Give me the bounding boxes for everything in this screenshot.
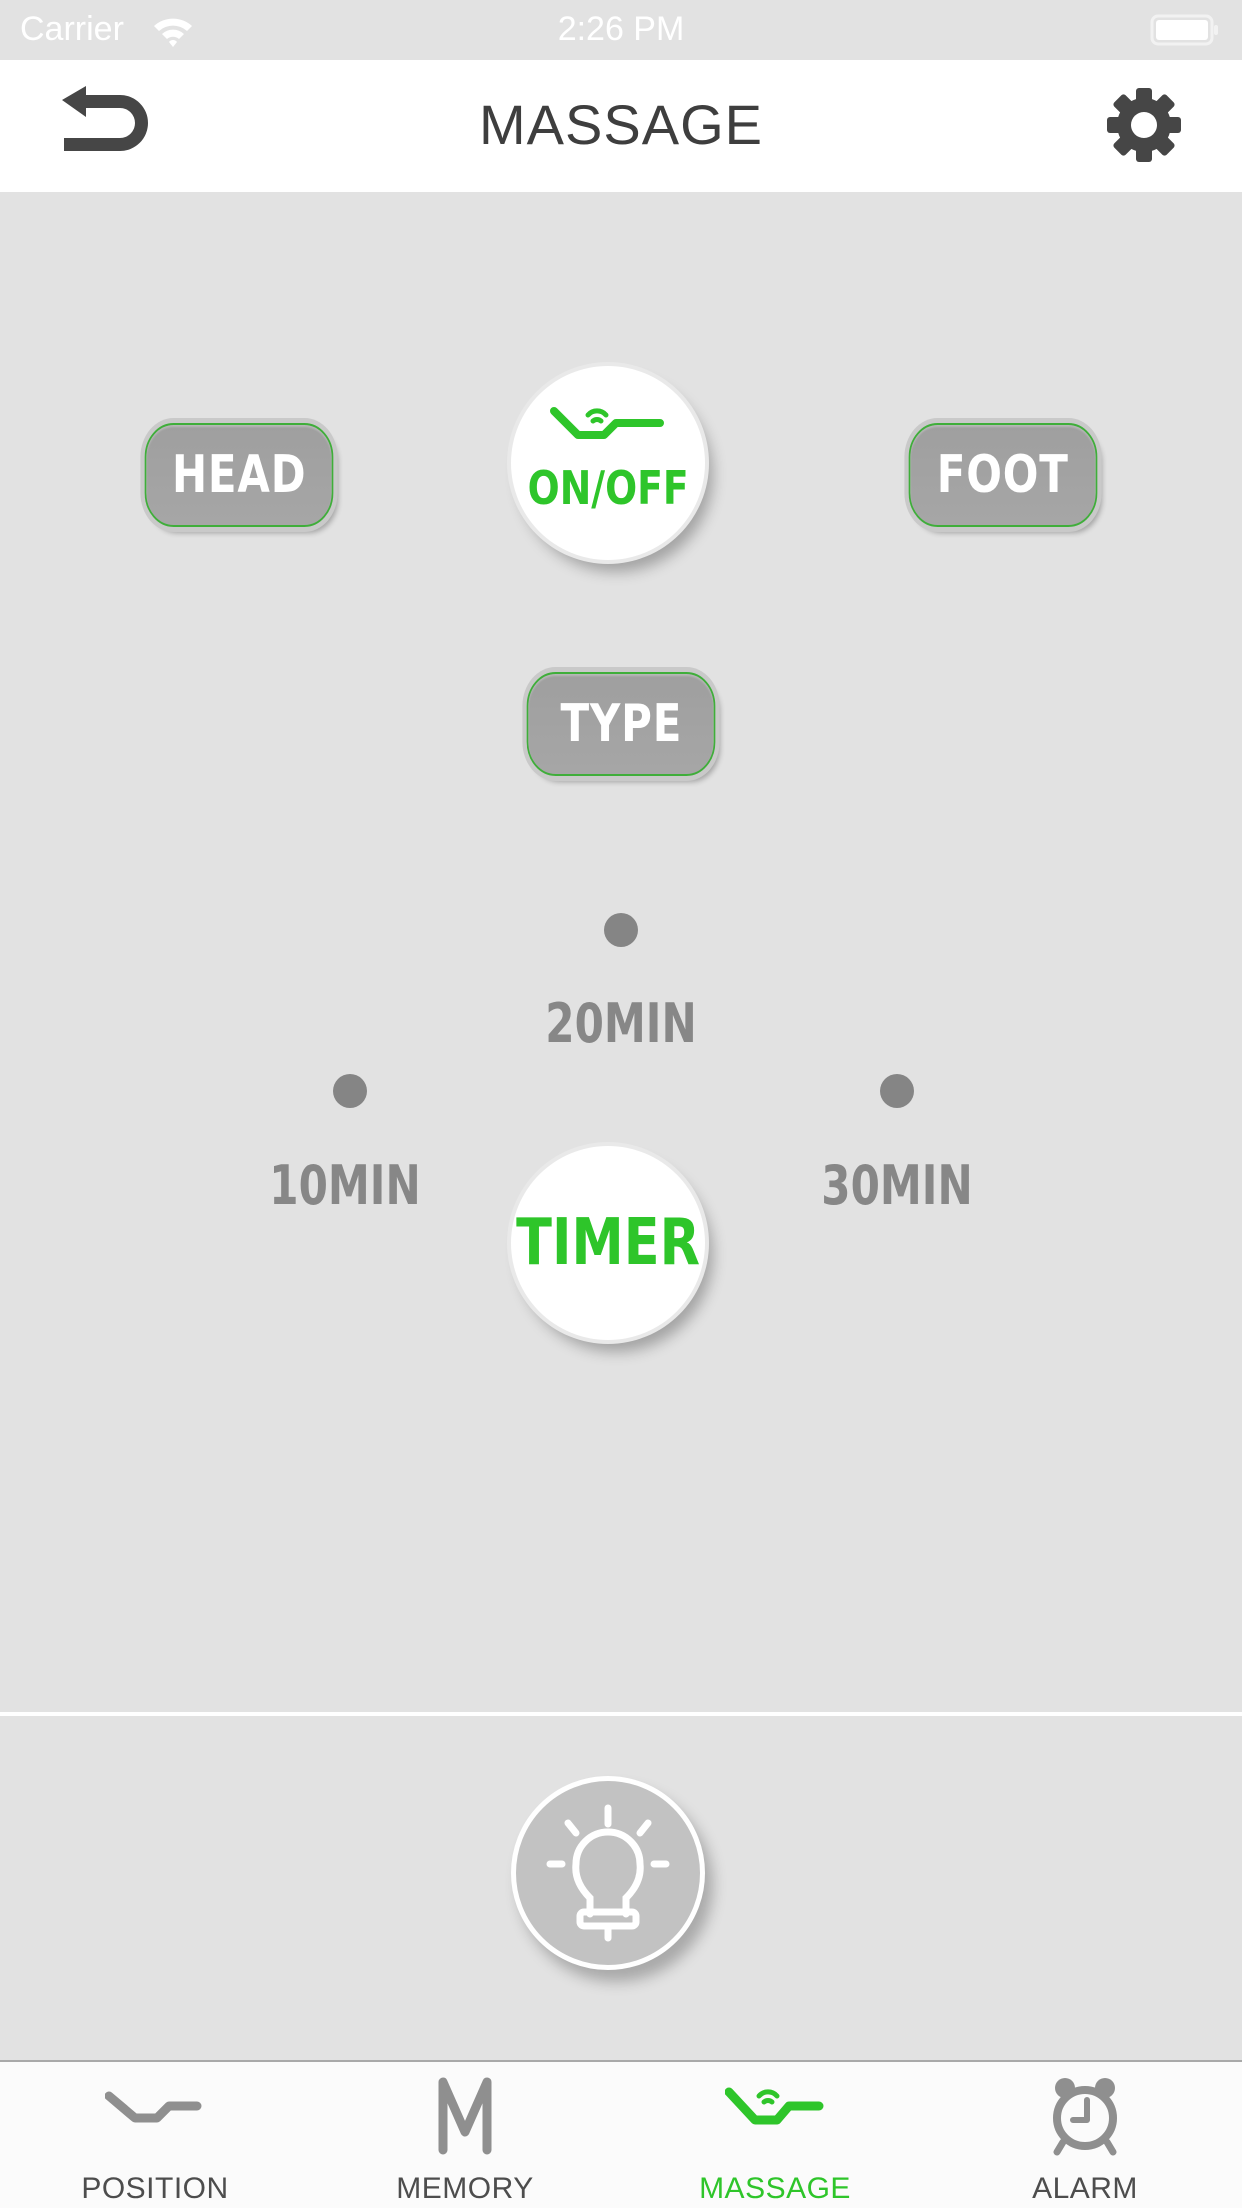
massage-bed-icon bbox=[550, 407, 664, 439]
gear-icon bbox=[1107, 88, 1181, 162]
on-off-label: ON/OFF bbox=[527, 461, 689, 515]
status-time: 2:26 PM bbox=[557, 10, 685, 48]
timer-30min-label[interactable]: 30MIN bbox=[819, 1154, 975, 1217]
tab-massage-label: MASSAGE bbox=[699, 2172, 851, 2205]
light-button[interactable] bbox=[511, 1776, 705, 1970]
head-label: HEAD bbox=[171, 445, 307, 505]
foot-label: FOOT bbox=[937, 445, 1069, 505]
type-button[interactable]: TYPE bbox=[526, 672, 716, 776]
tab-alarm[interactable]: ALARM bbox=[930, 2062, 1240, 2208]
settings-button[interactable] bbox=[1104, 86, 1184, 164]
type-label: TYPE bbox=[560, 694, 682, 754]
section-divider bbox=[0, 1712, 1242, 1716]
tab-position[interactable]: POSITION bbox=[0, 2062, 310, 2208]
bed-position-icon bbox=[105, 2091, 202, 2123]
tab-position-label: POSITION bbox=[81, 2172, 229, 2205]
on-off-button[interactable]: ON/OFF bbox=[511, 366, 705, 560]
timer-10min-label[interactable]: 10MIN bbox=[267, 1154, 423, 1217]
timer-10min-dot[interactable] bbox=[333, 1074, 367, 1108]
tab-alarm-label: ALARM bbox=[1032, 2172, 1138, 2205]
battery-icon bbox=[1150, 14, 1218, 46]
tab-massage[interactable]: MASSAGE bbox=[620, 2062, 930, 2208]
head-button[interactable]: HEAD bbox=[144, 423, 334, 527]
tab-memory[interactable]: MEMORY bbox=[310, 2062, 620, 2208]
timer-20min-label[interactable]: 20MIN bbox=[543, 992, 699, 1055]
timer-20min-dot[interactable] bbox=[604, 913, 638, 947]
massage-bed-icon bbox=[725, 2087, 824, 2125]
alarm-clock-icon bbox=[1053, 2078, 1117, 2156]
lightbulb-icon bbox=[546, 1804, 670, 1942]
page-title: MASSAGE bbox=[479, 93, 763, 156]
timer-button[interactable]: TIMER bbox=[511, 1146, 705, 1340]
timer-30min-dot[interactable] bbox=[880, 1074, 914, 1108]
memory-m-icon bbox=[438, 2077, 492, 2155]
timer-label: TIMER bbox=[516, 1206, 700, 1280]
tab-memory-label: MEMORY bbox=[396, 2172, 534, 2205]
foot-button[interactable]: FOOT bbox=[908, 423, 1098, 527]
